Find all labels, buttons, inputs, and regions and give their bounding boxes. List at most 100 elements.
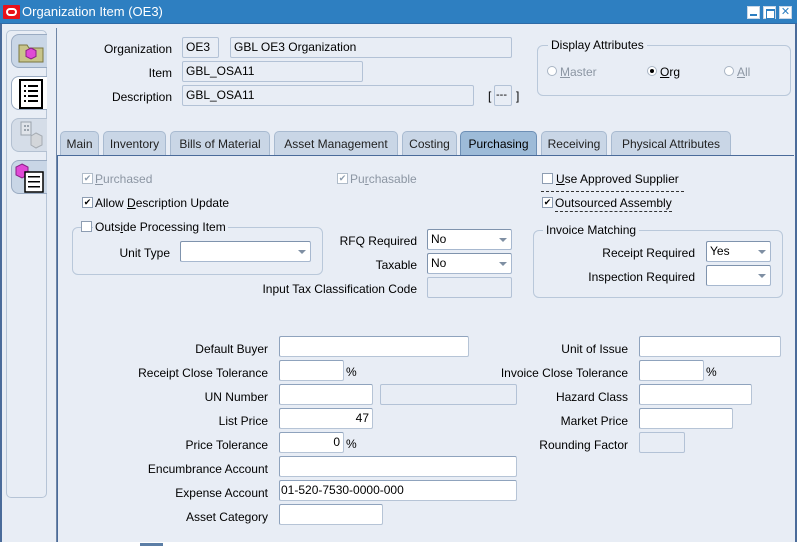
radio-org[interactable] (647, 66, 657, 76)
invoice-matching-title: Invoice Matching (543, 223, 640, 237)
invoice-close-tolerance-label: Invoice Close Tolerance (500, 366, 628, 380)
inspection-required-label: Inspection Required (588, 270, 695, 284)
input-tax-code-field[interactable] (427, 277, 512, 298)
folder-cube-icon (18, 44, 44, 63)
chevron-down-icon (499, 262, 507, 266)
unit-type-select[interactable] (180, 241, 311, 262)
hazard-class-label: Hazard Class (555, 390, 628, 404)
rounding-factor-label: Rounding Factor (539, 438, 628, 452)
item-label: Item (148, 66, 172, 80)
expense-account-label: Expense Account (175, 486, 268, 500)
market-price-label: Market Price (560, 414, 628, 428)
list-price-label: List Price (218, 414, 268, 428)
minimize-button[interactable] (747, 6, 760, 19)
percent-unit: % (346, 365, 357, 379)
oracle-logo-icon (3, 5, 20, 19)
receipt-close-tolerance-label: Receipt Close Tolerance (138, 366, 268, 380)
outsourced-assembly-checkbox[interactable] (542, 197, 553, 208)
close-button[interactable]: ✕ (779, 6, 792, 19)
inspection-required-select[interactable] (706, 265, 771, 286)
outsourced-assembly-label: Outsourced Assembly (555, 196, 672, 212)
encumbrance-account-field[interactable] (279, 456, 517, 477)
tab-main[interactable]: Main (60, 131, 99, 155)
description-label: Description (111, 90, 172, 104)
price-tolerance-label: Price Tolerance (185, 438, 269, 452)
tab-receiving[interactable]: Receiving (541, 131, 607, 155)
chevron-down-icon (758, 274, 766, 278)
window-title: Organization Item (OE3) (22, 4, 163, 19)
radio-all[interactable] (724, 66, 734, 76)
encumbrance-account-label: Encumbrance Account (147, 462, 268, 476)
asset-category-label: Asset Category (185, 510, 268, 524)
tab-physical-attributes[interactable]: Physical Attributes (611, 131, 731, 155)
hazard-class-field[interactable] (639, 384, 752, 405)
rfq-required-select[interactable]: No (427, 229, 512, 250)
default-buyer-label: Default Buyer (195, 342, 268, 356)
purchasable-label: Purchasable (350, 172, 417, 186)
outside-processing-checkbox[interactable] (81, 221, 92, 232)
building-cube-icon (20, 121, 43, 149)
sidebar-item-attributes[interactable] (11, 76, 47, 110)
use-approved-supplier-checkbox[interactable] (542, 173, 553, 184)
descriptive-flexfield[interactable]: --- (494, 85, 512, 106)
flex-open-bracket: [ (488, 89, 492, 103)
rfq-required-label: RFQ Required (339, 234, 417, 248)
price-tolerance-field[interactable]: 0 (279, 432, 344, 453)
asset-category-field[interactable] (279, 504, 383, 525)
tab-costing[interactable]: Costing (402, 131, 457, 155)
bottom-strip (0, 542, 797, 546)
tab-bills-of-material[interactable]: Bills of Material (170, 131, 270, 155)
un-number-label: UN Number (204, 390, 268, 404)
market-price-field[interactable] (639, 408, 733, 429)
default-buyer-field[interactable] (279, 336, 469, 357)
radio-org-label: Org (660, 65, 681, 79)
tab-asset-management[interactable]: Asset Management (274, 131, 398, 155)
tab-inventory[interactable]: Inventory (103, 131, 166, 155)
invoice-close-tolerance-field[interactable] (639, 360, 704, 381)
unit-type-label: Unit Type (119, 246, 170, 260)
receipt-required-label: Receipt Required (602, 246, 695, 260)
radio-master-label: Master (560, 65, 597, 79)
document-list-icon (19, 79, 43, 109)
focus-outline (541, 191, 684, 192)
use-approved-supplier-label: Use Approved Supplier (556, 172, 679, 186)
item-field[interactable]: GBL_OSA11 (182, 61, 363, 82)
description-field[interactable]: GBL_OSA11 (182, 85, 474, 106)
organization-label: Organization (103, 42, 172, 56)
unit-of-issue-field[interactable] (639, 336, 781, 357)
percent-unit: % (346, 437, 357, 451)
chevron-down-icon (499, 238, 507, 242)
allow-description-update-checkbox[interactable] (82, 197, 93, 208)
sidebar-item-revisions[interactable] (11, 160, 47, 194)
tab-purchasing[interactable]: Purchasing (460, 131, 537, 156)
chevron-down-icon (298, 250, 306, 254)
taxable-select[interactable]: No (427, 253, 512, 274)
receipt-required-select[interactable]: Yes (706, 241, 771, 262)
un-number-field[interactable] (279, 384, 373, 405)
radio-all-label: All (737, 65, 751, 79)
unit-of-issue-label: Unit of Issue (561, 342, 628, 356)
sidebar-item-categories (11, 118, 47, 152)
input-tax-code-label: Input Tax Classification Code (262, 282, 417, 296)
cube-list-icon (15, 163, 44, 193)
organization-name-field[interactable]: GBL OE3 Organization (230, 37, 512, 58)
purchased-label: Purchased (95, 172, 153, 186)
display-attributes-title: Display Attributes (548, 38, 647, 52)
maximize-button[interactable] (763, 6, 776, 19)
taxable-label: Taxable (375, 258, 417, 272)
purchasable-checkbox (337, 173, 348, 184)
receipt-close-tolerance-field[interactable] (279, 360, 344, 381)
radio-master[interactable] (547, 66, 557, 76)
outside-processing-label: Outside Processing Item (93, 220, 228, 234)
sidebar-item-organization-assignment[interactable] (11, 34, 47, 68)
allow-description-update-label: Allow Description Update (95, 196, 230, 210)
percent-unit: % (706, 365, 717, 379)
purchased-checkbox (82, 173, 93, 184)
organization-code-field[interactable]: OE3 (182, 37, 219, 58)
flex-close-bracket: ] (516, 89, 520, 103)
chevron-down-icon (758, 250, 766, 254)
window-titlebar: Organization Item (OE3) ✕ (0, 0, 797, 24)
expense-account-field[interactable]: 01-520-7530-0000-000 (279, 480, 517, 501)
rounding-factor-field[interactable] (639, 432, 685, 453)
list-price-field[interactable]: 47 (279, 408, 373, 429)
